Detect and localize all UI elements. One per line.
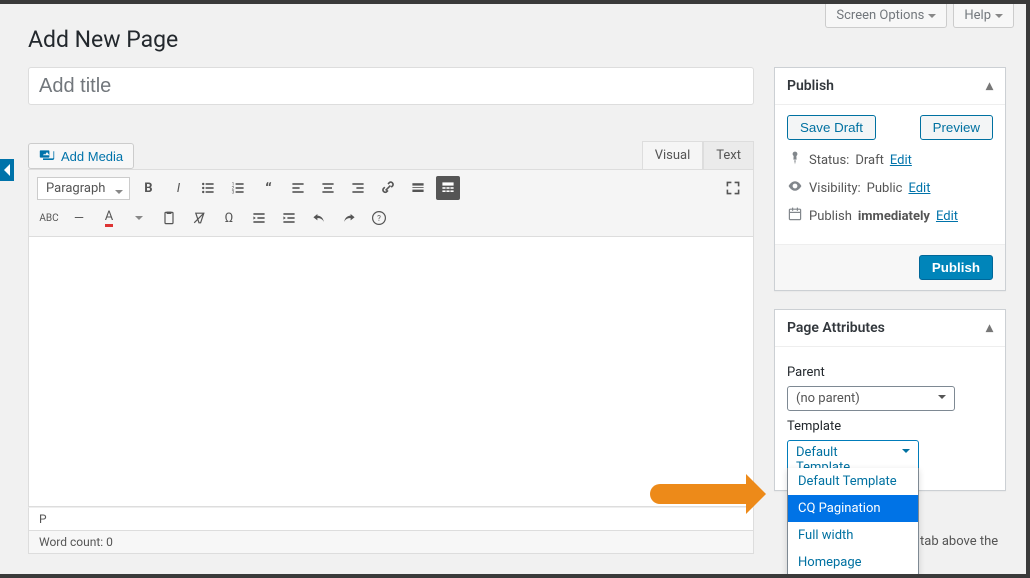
chevron-down-icon — [928, 14, 936, 22]
chevron-down-icon — [135, 216, 143, 224]
svg-text:3: 3 — [232, 190, 235, 196]
editor-body[interactable] — [28, 237, 754, 507]
help-fragment: tab above the — [920, 534, 998, 549]
template-option[interactable]: Homepage — [788, 549, 918, 576]
svg-text:?: ? — [377, 214, 381, 223]
word-count: Word count: 0 — [28, 531, 754, 554]
keyboard-help-button[interactable]: ? — [367, 206, 391, 230]
clear-formatting-button[interactable] — [187, 206, 211, 230]
screen-options-button[interactable]: Screen Options — [825, 4, 947, 28]
visibility-icon — [787, 178, 803, 198]
page-attributes-box: Page Attributes ▴ Parent (no parent) Tem… — [774, 309, 1006, 491]
publish-heading[interactable]: Publish ▴ — [775, 68, 1005, 105]
collapse-icon: ▴ — [986, 320, 993, 336]
read-more-button[interactable] — [406, 176, 430, 200]
title-input[interactable] — [28, 67, 754, 105]
blockquote-button[interactable]: “ — [256, 176, 280, 200]
screen-options-label: Screen Options — [836, 8, 924, 23]
publish-box: Publish ▴ Save Draft Preview Status: Dra… — [774, 67, 1006, 291]
toolbar-toggle-button[interactable] — [436, 176, 460, 200]
paragraph-select[interactable]: Paragraph — [37, 177, 130, 200]
bold-button[interactable]: B — [136, 176, 160, 200]
save-draft-button[interactable]: Save Draft — [787, 115, 876, 140]
media-icon — [39, 148, 55, 164]
page-attributes-heading[interactable]: Page Attributes ▴ — [775, 310, 1005, 347]
align-center-button[interactable] — [316, 176, 340, 200]
preview-button[interactable]: Preview — [920, 115, 993, 140]
chevron-down-icon — [995, 14, 1003, 22]
chevron-down-icon — [115, 190, 123, 198]
collapse-menu-tab[interactable] — [0, 159, 14, 181]
link-button[interactable] — [376, 176, 400, 200]
outdent-button[interactable] — [247, 206, 271, 230]
element-path: P — [28, 507, 754, 531]
help-label: Help — [964, 8, 991, 23]
fullscreen-button[interactable] — [721, 176, 745, 200]
redo-button[interactable] — [337, 206, 361, 230]
align-left-button[interactable] — [286, 176, 310, 200]
publish-button[interactable]: Publish — [919, 255, 993, 280]
template-label: Template — [787, 419, 993, 434]
chevron-down-icon — [902, 449, 910, 457]
parent-label: Parent — [787, 365, 993, 380]
template-option[interactable]: CQ Pagination — [788, 495, 918, 522]
help-button[interactable]: Help — [953, 4, 1014, 28]
parent-select[interactable]: (no parent) — [787, 386, 955, 411]
italic-button[interactable]: I — [166, 176, 190, 200]
edit-schedule-link[interactable]: Edit — [936, 209, 958, 224]
add-media-label: Add Media — [61, 149, 123, 164]
text-color-chevron[interactable] — [127, 206, 151, 230]
template-dropdown: Default Template CQ Pagination Full widt… — [787, 468, 919, 577]
collapse-icon: ▴ — [986, 78, 993, 94]
text-color-button[interactable]: A — [97, 206, 121, 230]
chevron-down-icon — [938, 395, 946, 403]
bullet-list-button[interactable] — [196, 176, 220, 200]
pin-icon — [787, 150, 803, 170]
add-media-button[interactable]: Add Media — [28, 143, 134, 169]
strikethrough-button[interactable]: ABC — [37, 206, 61, 230]
tab-visual[interactable]: Visual — [642, 141, 704, 169]
edit-status-link[interactable]: Edit — [890, 153, 912, 168]
align-right-button[interactable] — [346, 176, 370, 200]
tab-text[interactable]: Text — [703, 141, 754, 169]
indent-button[interactable] — [277, 206, 301, 230]
special-char-button[interactable]: Ω — [217, 206, 241, 230]
page-title: Add New Page — [28, 26, 1006, 53]
template-option[interactable]: Full width — [788, 522, 918, 549]
undo-button[interactable] — [307, 206, 331, 230]
editor-toolbar: Paragraph B I 123 “ — [28, 169, 754, 237]
calendar-icon — [787, 206, 803, 226]
hr-button[interactable]: — — [67, 206, 91, 230]
template-option[interactable]: Default Template — [788, 468, 918, 495]
numbered-list-button[interactable]: 123 — [226, 176, 250, 200]
edit-visibility-link[interactable]: Edit — [908, 181, 930, 196]
paste-text-button[interactable] — [157, 206, 181, 230]
